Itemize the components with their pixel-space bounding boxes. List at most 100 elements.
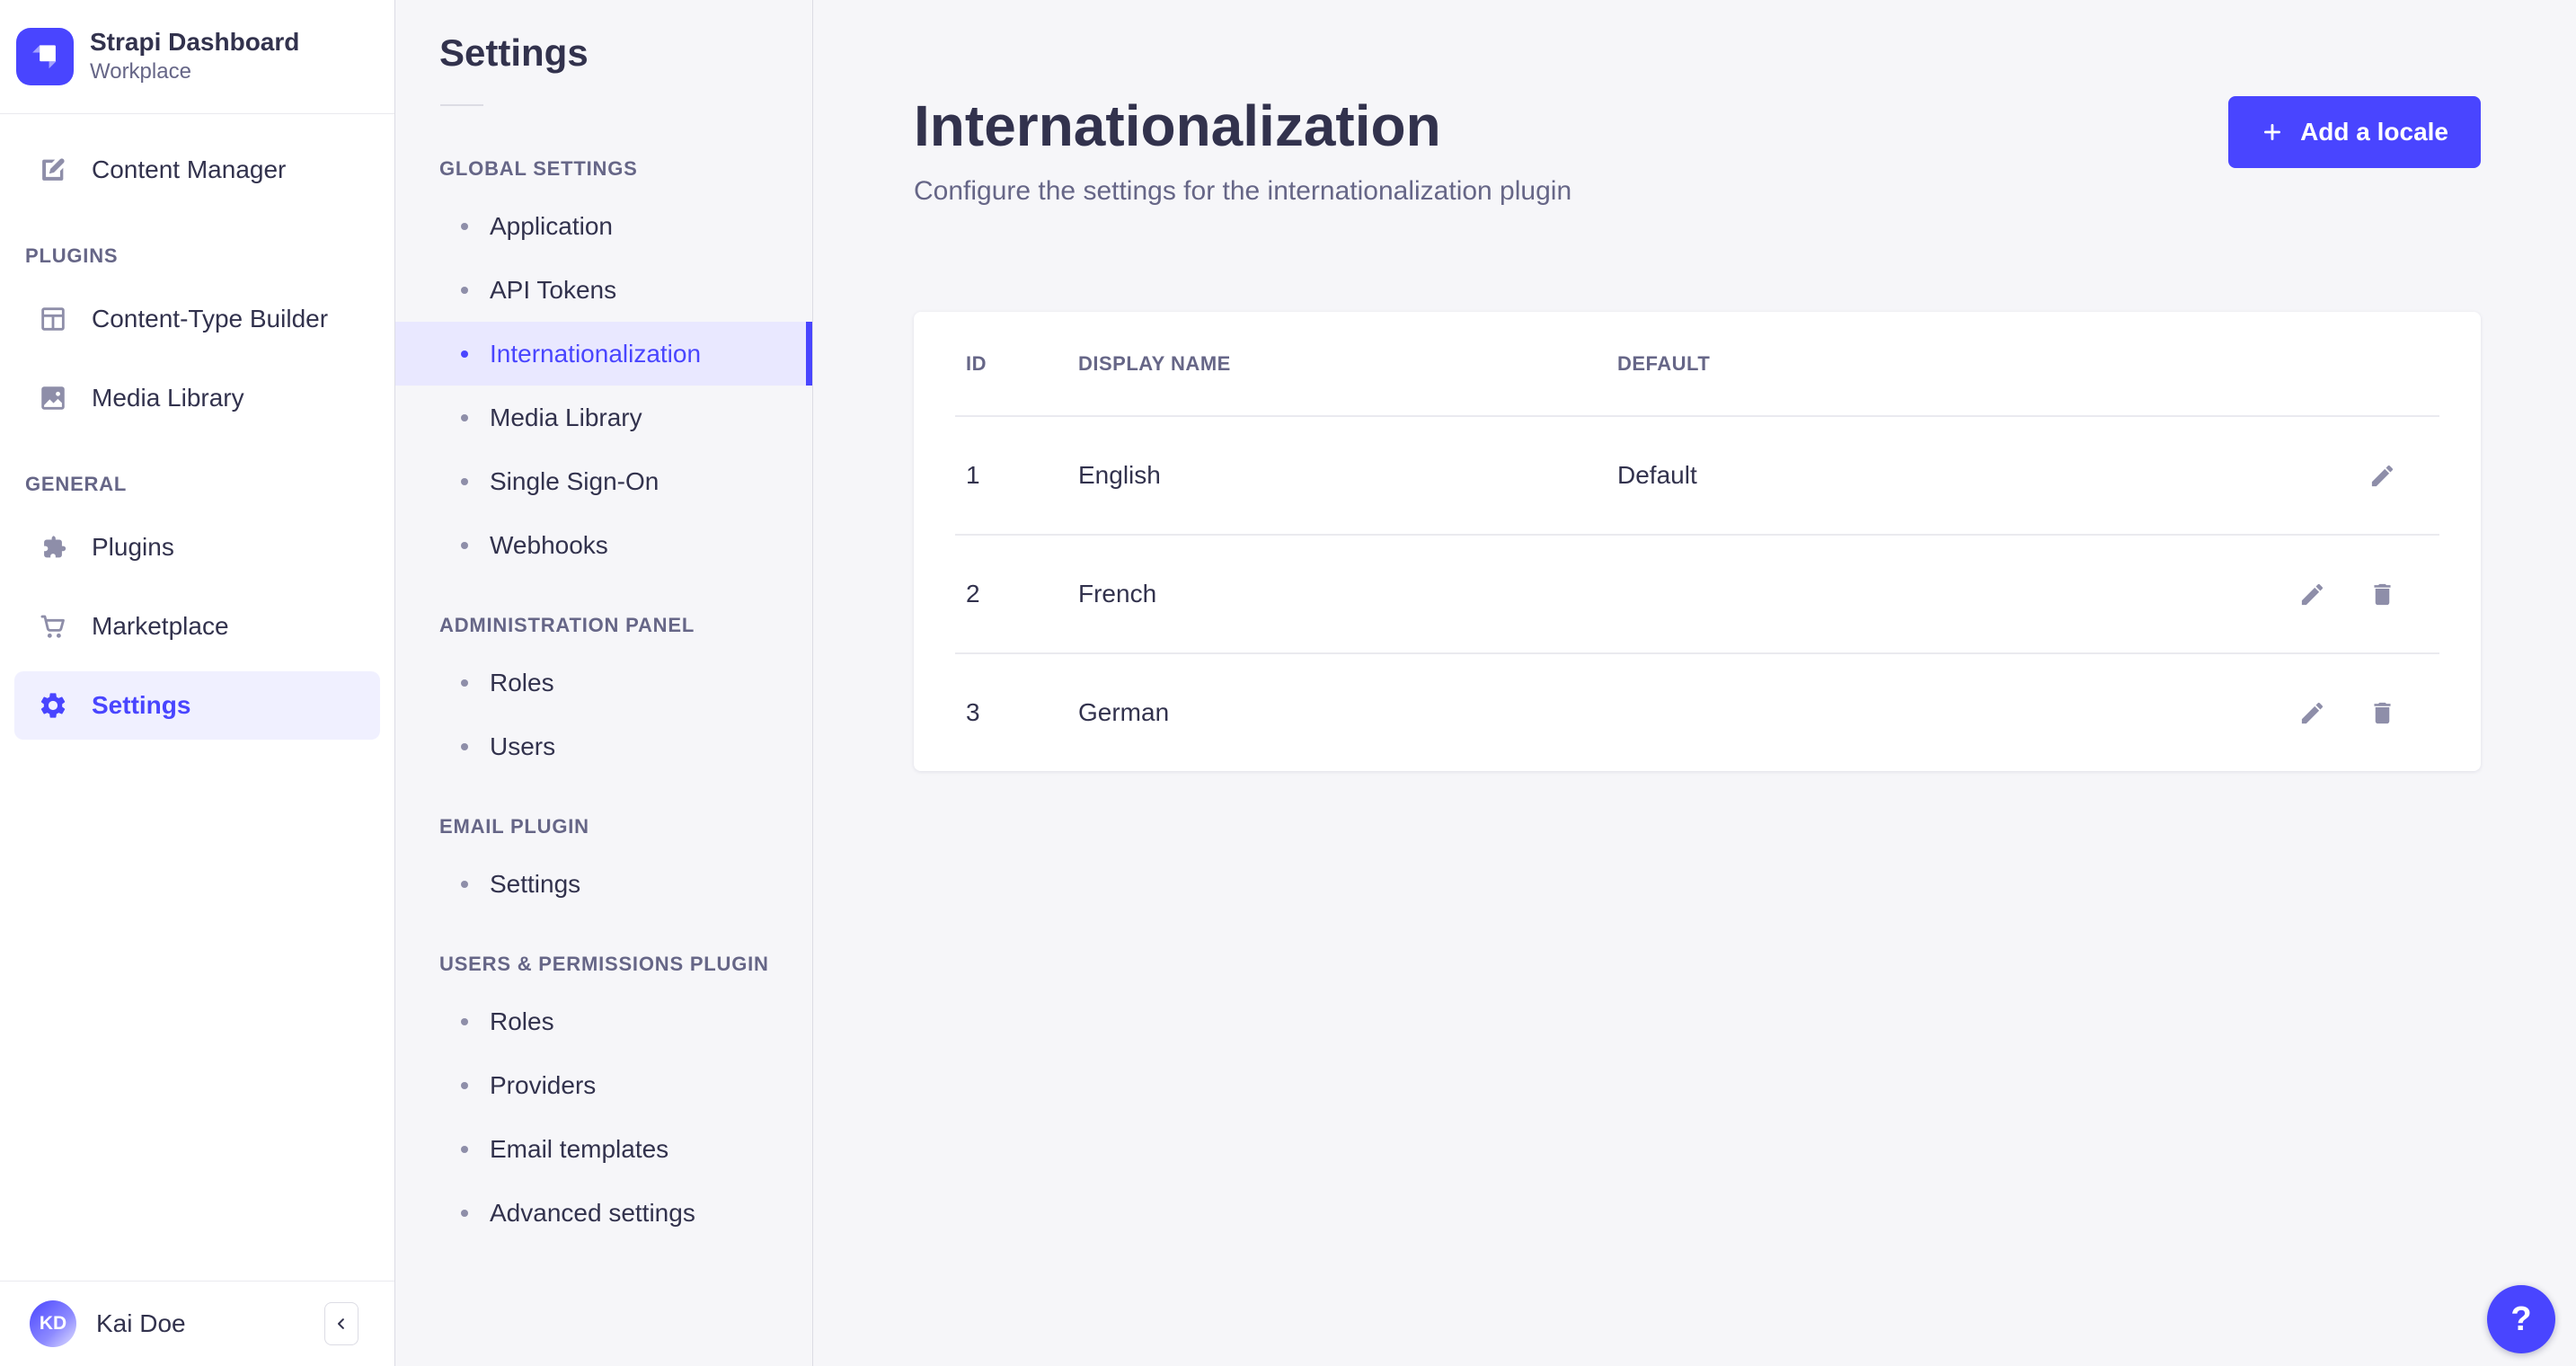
brand-title: Strapi Dashboard — [90, 28, 300, 57]
subnav-item-application[interactable]: Application — [395, 194, 812, 258]
bullet-icon — [461, 880, 468, 888]
brand-subtitle: Workplace — [90, 59, 191, 84]
strapi-dashboard-app: Strapi Dashboard Workplace Content Manag… — [0, 0, 2576, 1366]
column-header-display-name: DISPLAY NAME — [1078, 351, 1231, 375]
strapi-logo-icon — [16, 28, 74, 85]
subnav-item-label: Roles — [490, 1007, 554, 1035]
table-row-french[interactable]: 2 French — [955, 534, 2439, 652]
sidebar-footer: KD Kai Doe — [0, 1281, 394, 1366]
pen-square-icon — [42, 158, 65, 181]
subnav-section-users-permissions-plugin: USERS & PERMISSIONS PLUGIN — [439, 953, 769, 975]
delete-locale-button[interactable] — [2364, 576, 2400, 612]
subnav-item-up-advanced-settings[interactable]: Advanced settings — [395, 1181, 812, 1245]
sidebar-item-label: Marketplace — [92, 612, 229, 640]
bullet-icon — [461, 413, 468, 421]
row-actions — [2294, 695, 2439, 731]
bullet-icon — [461, 477, 468, 485]
bullet-icon — [461, 742, 468, 750]
sidebar-item-marketplace[interactable]: Marketplace — [14, 592, 380, 661]
bullet-icon — [461, 1209, 468, 1217]
cell-display-name: French — [1078, 580, 1157, 608]
sidebar-section-plugins: PLUGINS — [25, 244, 119, 267]
bullet-icon — [461, 679, 468, 687]
subnav-item-single-sign-on[interactable]: Single Sign-On — [395, 449, 812, 513]
sidebar-item-content-manager[interactable]: Content Manager — [14, 136, 380, 204]
user-name: Kai Doe — [96, 1309, 186, 1337]
edit-locale-button[interactable] — [2294, 695, 2330, 731]
chevron-left-icon — [338, 1318, 344, 1329]
page-subtitle: Configure the settings for the internati… — [914, 176, 1572, 206]
pencil-icon — [2301, 583, 2323, 605]
sidebar-item-label: Plugins — [92, 533, 174, 561]
bullet-icon — [461, 350, 468, 358]
subnav-item-admin-users[interactable]: Users — [395, 714, 812, 778]
subnav-item-email-settings[interactable]: Settings — [395, 852, 812, 916]
add-locale-label: Add a locale — [2300, 118, 2448, 146]
subnav-item-label: Single Sign-On — [490, 466, 659, 495]
subnav-item-label: API Tokens — [490, 275, 617, 304]
locales-table: ID DISPLAY NAME DEFAULT 1 English Defaul… — [914, 312, 2481, 771]
subnav-title: Settings — [439, 31, 589, 74]
bullet-icon — [461, 1017, 468, 1025]
cell-id: 3 — [966, 698, 980, 726]
edit-locale-button[interactable] — [2294, 576, 2330, 612]
subnav-divider — [440, 104, 483, 106]
subnav-item-label: Internationalization — [490, 339, 702, 368]
cell-display-name: German — [1078, 698, 1170, 726]
sidebar-item-plugins[interactable]: Plugins — [14, 513, 380, 581]
sidebar-item-content-type-builder[interactable]: Content-Type Builder — [14, 285, 380, 353]
subnav-item-label: Providers — [490, 1070, 597, 1099]
trash-icon — [2373, 702, 2391, 723]
gear-icon — [40, 693, 66, 718]
table-row-german[interactable]: 3 German — [955, 652, 2439, 771]
subnav-item-label: Email templates — [490, 1134, 669, 1163]
sidebar-section-general: GENERAL — [25, 473, 128, 495]
main-content: Internationalization Configure the setti… — [813, 0, 2576, 1366]
subnav-item-label: Webhooks — [490, 530, 608, 559]
collapse-sidebar-button[interactable] — [324, 1302, 359, 1345]
puzzle-icon — [44, 536, 66, 558]
sidebar-item-label: Content Manager — [92, 155, 287, 183]
bullet-icon — [461, 541, 468, 549]
trash-icon — [2373, 583, 2391, 605]
help-button[interactable]: ? — [2487, 1285, 2555, 1353]
sidebar-item-media-library[interactable]: Media Library — [14, 364, 380, 432]
subnav-item-up-email-templates[interactable]: Email templates — [395, 1117, 812, 1181]
workspace-brand[interactable]: Strapi Dashboard Workplace — [0, 0, 394, 114]
settings-subnav: Settings GLOBAL SETTINGS Application API… — [395, 0, 813, 1366]
cell-display-name: English — [1078, 461, 1161, 489]
avatar[interactable]: KD — [30, 1300, 76, 1347]
cart-icon — [40, 615, 65, 638]
cell-id: 1 — [966, 461, 980, 489]
edit-locale-button[interactable] — [2364, 457, 2400, 493]
pencil-icon — [2301, 702, 2323, 723]
table-row-english[interactable]: 1 English Default — [955, 415, 2439, 534]
subnav-section-administration-panel: ADMINISTRATION PANEL — [439, 614, 695, 636]
row-actions — [2364, 457, 2439, 493]
row-actions — [2294, 576, 2439, 612]
delete-locale-button[interactable] — [2364, 695, 2400, 731]
layout-icon — [41, 307, 65, 331]
subnav-section-email-plugin: EMAIL PLUGIN — [439, 815, 589, 838]
bullet-icon — [461, 1145, 468, 1153]
subnav-item-label: Advanced settings — [490, 1198, 695, 1227]
subnav-item-webhooks[interactable]: Webhooks — [395, 513, 812, 577]
subnav-item-media-library[interactable]: Media Library — [395, 386, 812, 449]
subnav-item-internationalization[interactable]: Internationalization — [395, 322, 812, 386]
subnav-item-up-roles[interactable]: Roles — [395, 989, 812, 1053]
plus-icon — [2264, 124, 2281, 140]
subnav-item-api-tokens[interactable]: API Tokens — [395, 258, 812, 322]
subnav-item-label: Application — [490, 211, 613, 240]
subnav-item-label: Settings — [490, 869, 581, 898]
cell-default: Default — [1617, 461, 1697, 489]
bullet-icon — [461, 222, 468, 230]
sidebar-item-settings[interactable]: Settings — [14, 671, 380, 740]
page-title: Internationalization — [914, 93, 1441, 158]
subnav-item-label: Media Library — [490, 403, 642, 431]
subnav-item-up-providers[interactable]: Providers — [395, 1053, 812, 1117]
subnav-item-admin-roles[interactable]: Roles — [395, 651, 812, 714]
sidebar-item-label: Content-Type Builder — [92, 305, 329, 333]
subnav-item-label: Roles — [490, 668, 554, 696]
add-locale-button[interactable]: Add a locale — [2228, 96, 2481, 168]
column-header-id: ID — [966, 351, 987, 375]
